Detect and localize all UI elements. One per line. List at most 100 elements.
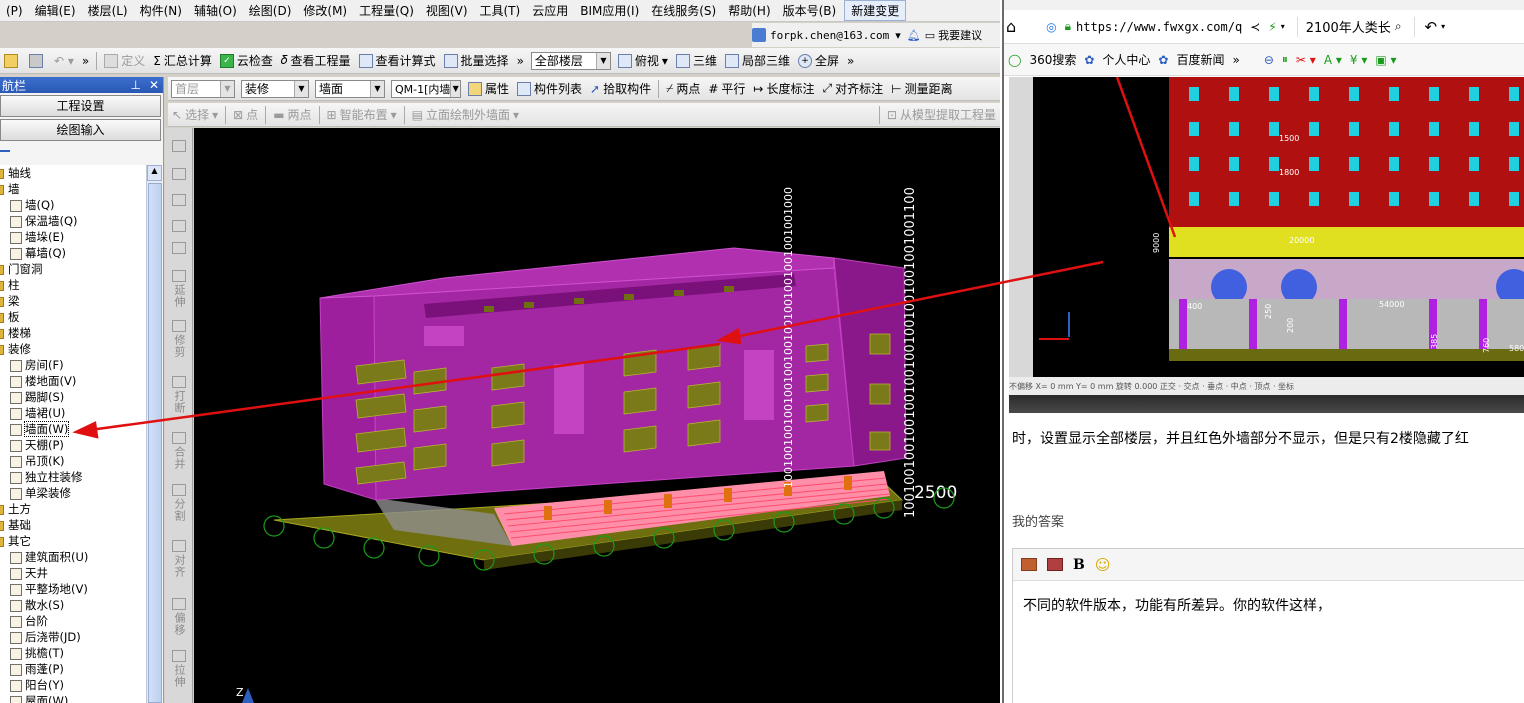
trim-tool[interactable]: 修剪 [171, 334, 187, 358]
search-icon[interactable]: ⌕ [1395, 19, 1402, 34]
pick-component-button[interactable]: ➚ 拾取构件 [586, 79, 655, 99]
project-settings-button[interactable]: 工程设置 [0, 95, 161, 117]
chevron-down-icon[interactable]: ▾ [895, 29, 901, 42]
toolbar-overflow-icon-2[interactable]: » [513, 51, 528, 71]
top-view-button[interactable]: 俯视 ▾ [614, 51, 672, 71]
tree-item[interactable]: 后浇带(JD) [0, 629, 146, 645]
tree-item[interactable]: 墙面(W) [0, 421, 146, 437]
tree-item[interactable]: 天井 [0, 565, 146, 581]
tree-item[interactable]: 土方 [0, 501, 146, 517]
merge-tool[interactable]: 合并 [171, 446, 187, 470]
scissors-icon[interactable]: ✂ ▾ [1296, 53, 1316, 67]
minus-icon[interactable]: ⊖ [1264, 53, 1274, 67]
menu-item-edit[interactable]: 编辑(E) [29, 2, 82, 19]
align-mark-button[interactable]: ⤢ 对齐标注 [818, 79, 887, 99]
property-button[interactable]: 属性 [464, 79, 513, 99]
tree-item[interactable]: 墙裙(U) [0, 405, 146, 421]
offset-icon[interactable] [172, 598, 186, 610]
translate-icon[interactable]: A ▾ [1324, 53, 1342, 67]
url-field[interactable]: https://www.fwxgx.com/q [1076, 20, 1242, 34]
brush-icon[interactable] [172, 140, 186, 152]
menu-item-aux-axis[interactable]: 辅轴(O) [188, 2, 243, 19]
component-list-button[interactable]: 构件列表 [513, 79, 586, 99]
answer-text[interactable]: 不同的软件版本，功能有所差异。你的软件这样， [1013, 581, 1524, 629]
chevron-down-icon[interactable]: ▾ [1441, 22, 1445, 31]
partial-3d-button[interactable]: 局部三维 [721, 51, 794, 71]
extend-icon[interactable] [172, 270, 186, 282]
floor-scope-select[interactable]: 全部楼层 ▼ [530, 51, 611, 70]
tree-item[interactable]: 踢脚(S) [0, 389, 146, 405]
offset-tool[interactable]: 偏移 [171, 612, 187, 636]
bookmark-personal[interactable]: 个人中心 [1102, 51, 1150, 68]
menu-item-tools[interactable]: 工具(T) [474, 2, 527, 19]
measure-button[interactable]: ⊢ 测量距离 [887, 79, 956, 99]
fullscreen-button[interactable]: + 全屏 [794, 51, 843, 71]
tree-item[interactable]: 墙 [0, 181, 146, 197]
suggest-link[interactable]: 我要建议 [938, 27, 982, 43]
align-icon[interactable] [172, 540, 186, 552]
collapse-icon[interactable] [0, 150, 10, 152]
image-icon[interactable] [1021, 558, 1037, 571]
tree-item[interactable]: 阳台(Y) [0, 677, 146, 693]
two-points-button[interactable]: ⌿ 两点 [662, 79, 704, 99]
lightning-icon[interactable]: ⚡︎ [1268, 20, 1276, 34]
menu-item-online[interactable]: 在线服务(S) [645, 2, 722, 19]
search-field[interactable]: 2100年人类长 [1306, 17, 1391, 36]
user-email[interactable]: forpk.chen@163.com [770, 29, 889, 42]
category-select[interactable]: 装修 ▼ [241, 79, 309, 98]
yen-icon[interactable]: ¥ ▾ [1350, 53, 1367, 67]
component-name-select[interactable]: QM-1[内墙 ▼ [391, 79, 461, 98]
menu-item-modify[interactable]: 修改(M) [297, 2, 353, 19]
tree-item[interactable]: 雨蓬(P) [0, 661, 146, 677]
toolbar-overflow-icon[interactable]: » [78, 51, 93, 71]
tree-item[interactable]: 柱 [0, 277, 146, 293]
undo-icon[interactable]: ↶ [1425, 18, 1438, 36]
three-d-viewport[interactable]: 1001001001001001001001001001001001001001… [194, 128, 1000, 703]
close-icon[interactable]: ✕ [149, 78, 159, 92]
undo-icon[interactable]: ↶ ▾ [50, 51, 78, 71]
floor-select[interactable]: 首层 ▼ [171, 79, 235, 98]
tree-item[interactable]: 散水(S) [0, 597, 146, 613]
break-icon[interactable] [172, 376, 186, 388]
stretch-icon[interactable] [172, 650, 186, 662]
tree-item[interactable]: 其它 [0, 533, 146, 549]
extend-tool[interactable]: 延伸 [171, 284, 187, 308]
smart-layout-button[interactable]: ⊞ 智能布置 ▾ [323, 105, 401, 125]
new-change-button[interactable]: 新建变更 [844, 0, 907, 21]
batch-select-button[interactable]: 批量选择 [440, 51, 513, 71]
trim-icon[interactable] [172, 320, 186, 332]
rotate-icon[interactable] [172, 242, 186, 254]
tree-item[interactable]: 台阶 [0, 613, 146, 629]
component-type-select[interactable]: 墙面 ▼ [315, 79, 385, 98]
drawing-input-button[interactable]: 绘图输入 [0, 119, 161, 141]
tree-item[interactable]: 装修 [0, 341, 146, 357]
pin-icon[interactable]: ⊥ [130, 78, 140, 92]
tree-item[interactable]: 板 [0, 309, 146, 325]
tree-item[interactable]: 墙(Q) [0, 197, 146, 213]
align-tool[interactable]: 对齐 [171, 554, 187, 578]
menu-item-file[interactable]: (P) [0, 4, 29, 18]
tree-scrollbar[interactable]: ▲ [146, 165, 162, 703]
save-icon[interactable] [25, 51, 50, 71]
copy-icon[interactable] [172, 168, 186, 180]
menu-item-quantity[interactable]: 工程量(Q) [353, 2, 420, 19]
tree-item[interactable]: 保温墙(Q) [0, 213, 146, 229]
three-d-button[interactable]: 三维 [672, 51, 721, 71]
elevation-draw-button[interactable]: ▤ 立面绘制外墙面 ▾ [408, 105, 523, 125]
toolbar-overflow-icon-3[interactable]: » [843, 51, 858, 71]
tree-item[interactable]: 挑檐(T) [0, 645, 146, 661]
point-button[interactable]: ⊠ 点 [229, 105, 262, 125]
menu-item-cloud[interactable]: 云应用 [526, 2, 574, 19]
bold-button[interactable]: B [1073, 557, 1085, 573]
tree-item[interactable]: 独立柱装修 [0, 469, 146, 485]
view-formula-button[interactable]: 查看计算式 [355, 51, 440, 71]
open-folder-icon[interactable] [0, 51, 25, 71]
parallel-button[interactable]: # 平行 [704, 79, 749, 99]
tree-item[interactable]: 基础 [0, 517, 146, 533]
view-quantity-button[interactable]: 𝛿 查看工程量 [277, 51, 355, 71]
bookmark-baidu-news[interactable]: 百度新闻 [1176, 51, 1224, 68]
chevron-down-icon[interactable]: ▾ [1281, 22, 1285, 31]
length-mark-button[interactable]: ↦ 长度标注 [749, 79, 818, 99]
summary-button[interactable]: Σ 汇总计算 [149, 51, 216, 71]
merge-icon[interactable] [172, 432, 186, 444]
